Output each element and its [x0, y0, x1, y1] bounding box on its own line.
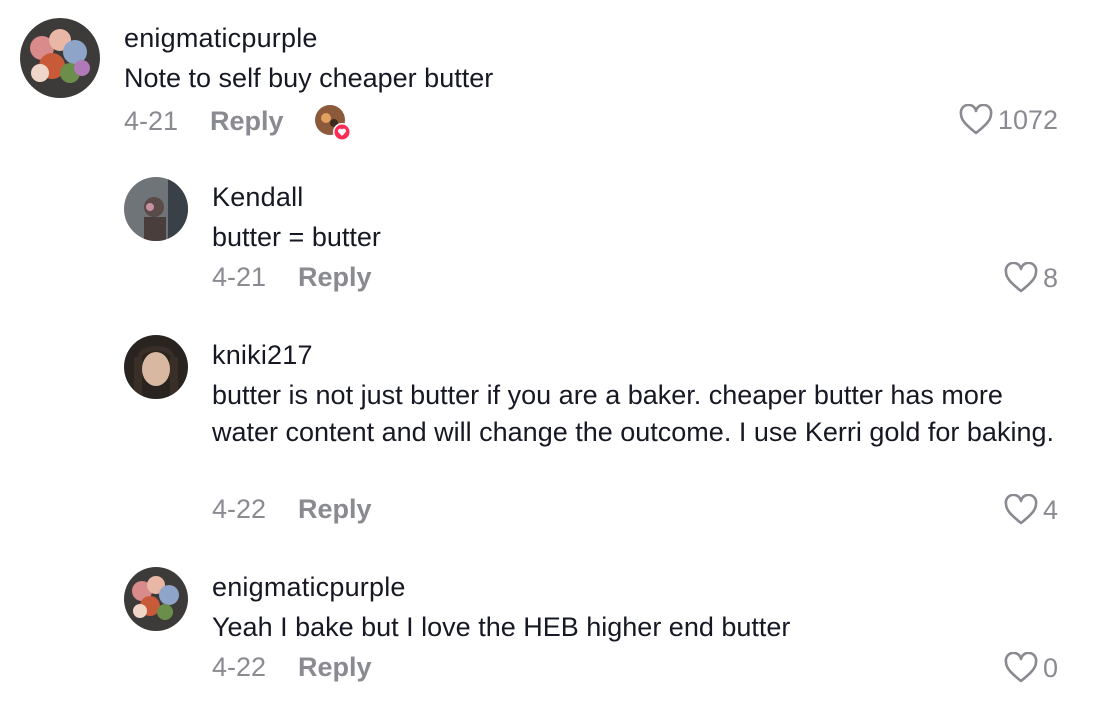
avatar[interactable] — [124, 177, 188, 241]
reply-button[interactable]: Reply — [298, 494, 372, 525]
heart-icon — [1004, 262, 1038, 293]
comment-text: butter = butter — [212, 222, 381, 252]
comment-username[interactable]: enigmaticpurple — [212, 571, 790, 603]
like-button[interactable]: 4 — [1003, 494, 1058, 526]
like-count: 0 — [1042, 652, 1058, 683]
reply-button[interactable]: Reply — [298, 262, 372, 293]
comment-date: 4-21 — [124, 105, 179, 136]
comment-date: 4-22 — [212, 652, 267, 682]
reply-button[interactable]: Reply — [298, 652, 372, 683]
avatar[interactable] — [124, 567, 188, 631]
comment-username[interactable]: Kendall — [212, 181, 381, 213]
comment-text: Yeah I bake but I love the HEB higher en… — [212, 612, 791, 642]
like-button[interactable]: 1072 — [958, 104, 1058, 136]
comment-date: 4-21 — [212, 262, 267, 292]
comment-username[interactable]: enigmaticpurple — [124, 22, 493, 54]
like-count: 8 — [1042, 262, 1058, 293]
reply-button[interactable]: Reply — [210, 106, 284, 137]
heart-icon — [1004, 494, 1038, 525]
avatar[interactable] — [124, 335, 188, 399]
comment-username[interactable]: kniki217 — [212, 339, 1072, 371]
like-button[interactable]: 0 — [1003, 652, 1058, 684]
heart-icon — [1004, 652, 1038, 683]
like-count: 4 — [1042, 494, 1058, 525]
like-button[interactable]: 8 — [1003, 262, 1058, 294]
like-count: 1072 — [997, 104, 1058, 135]
comment-date: 4-22 — [212, 494, 267, 524]
heart-icon — [959, 104, 993, 135]
creator-liked-badge — [314, 104, 351, 141]
creator-avatar-icon — [314, 105, 351, 141]
comment-text: Note to self buy cheaper butter — [124, 63, 494, 93]
comment-text: butter is not just butter if you are a b… — [212, 380, 1054, 447]
avatar[interactable] — [20, 18, 100, 98]
